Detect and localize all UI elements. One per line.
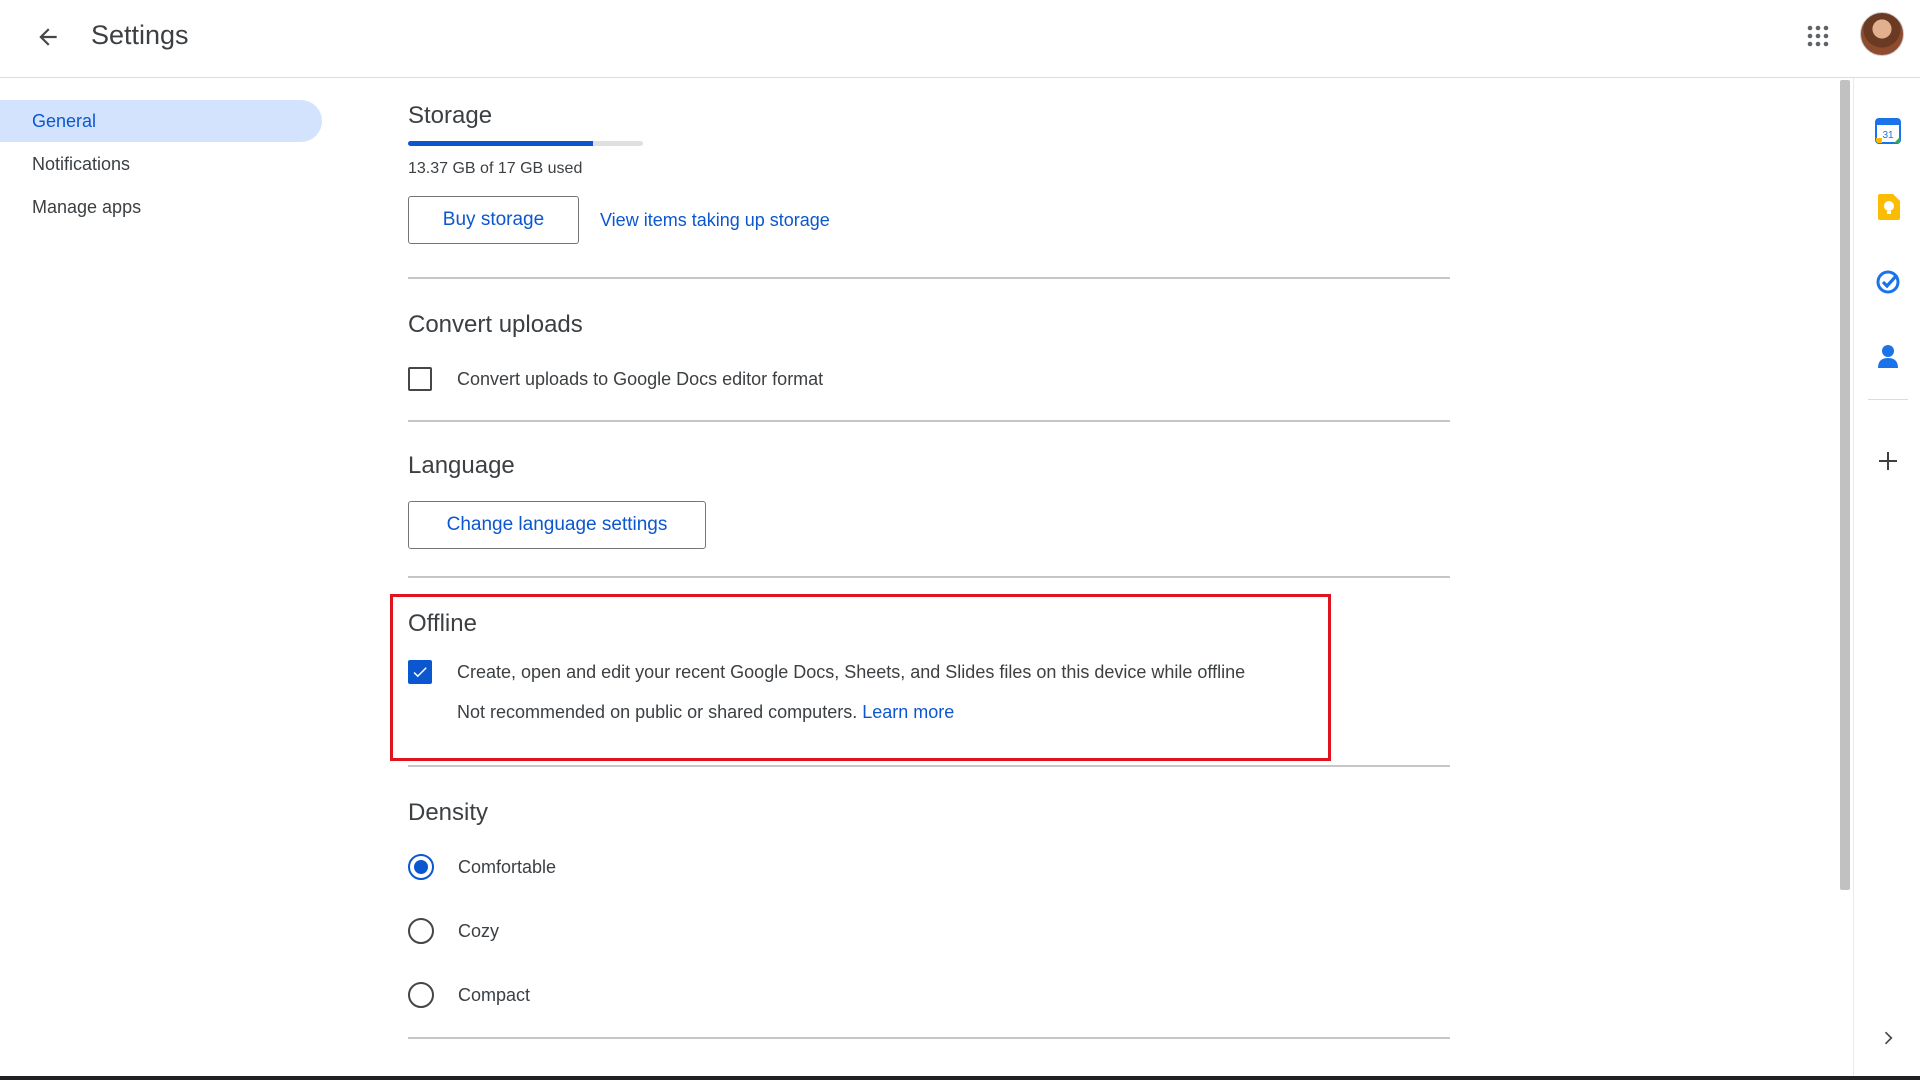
storage-usage-text: 13.37 GB of 17 GB used: [408, 160, 583, 177]
settings-sidebar: General Notifications Manage apps: [0, 100, 322, 229]
calendar-button[interactable]: 31: [1871, 114, 1905, 148]
sidebar-item-notifications[interactable]: Notifications: [0, 143, 322, 185]
keep-icon: [1878, 194, 1900, 220]
convert-uploads-section: Convert uploads Convert uploads to Googl…: [408, 279, 1450, 422]
density-title: Density: [408, 799, 489, 826]
comfortable-radio[interactable]: [408, 854, 434, 880]
offline-note-row: Not recommended on public or shared comp…: [457, 702, 1450, 723]
offline-title: Offline: [408, 610, 477, 637]
density-option-comfortable[interactable]: Comfortable: [408, 854, 1450, 880]
compact-label: Compact: [458, 984, 531, 1005]
compact-radio[interactable]: [408, 982, 434, 1008]
cozy-label: Cozy: [458, 920, 500, 941]
comfortable-label: Comfortable: [458, 856, 557, 877]
checkmark-icon: [413, 667, 427, 678]
keep-button[interactable]: [1871, 190, 1905, 224]
contacts-icon: [1878, 345, 1898, 368]
offline-option: Create, open and edit your recent Google…: [408, 660, 1450, 684]
top-bar: Settings: [0, 0, 1920, 78]
language-section: Language Change language settings: [408, 422, 1450, 578]
tasks-icon: [1876, 270, 1900, 294]
chevron-right-icon: [1884, 1031, 1893, 1045]
sidebar-item-general[interactable]: General: [0, 100, 322, 142]
bottom-edge: [0, 1076, 1920, 1080]
sidebar-item-manage-apps[interactable]: Manage apps: [0, 186, 322, 228]
account-avatar[interactable]: [1860, 12, 1904, 56]
arrow-back-icon: [39, 28, 57, 46]
change-language-button[interactable]: Change language settings: [408, 501, 706, 549]
density-section: Density Comfortable Cozy Compact: [408, 767, 1450, 1039]
offline-section: Offline Create, open and edit your recen…: [408, 578, 1450, 767]
add-addon-button[interactable]: [1871, 444, 1905, 478]
offline-note: Not recommended on public or shared comp…: [457, 702, 858, 722]
density-option-compact[interactable]: Compact: [408, 982, 1450, 1008]
convert-uploads-option: Convert uploads to Google Docs editor fo…: [408, 367, 1450, 391]
calendar-icon: 31: [1875, 118, 1901, 144]
offline-label: Create, open and edit your recent Google…: [457, 661, 1246, 682]
google-apps-button[interactable]: [1798, 16, 1838, 56]
scrollbar-thumb[interactable]: [1840, 80, 1850, 890]
contacts-button[interactable]: [1871, 340, 1905, 374]
language-title: Language: [408, 452, 515, 479]
convert-uploads-checkbox[interactable]: [408, 367, 432, 391]
back-button[interactable]: [28, 17, 68, 57]
hide-panel-button[interactable]: [1871, 1021, 1905, 1055]
storage-usage-fill: [408, 141, 593, 146]
view-storage-items-link[interactable]: View items taking up storage: [600, 210, 830, 231]
storage-title: Storage: [408, 102, 493, 129]
apps-grid-icon: [1807, 25, 1829, 47]
convert-uploads-label: Convert uploads to Google Docs editor fo…: [457, 368, 824, 389]
storage-usage-bar: [408, 141, 643, 146]
page-title: Settings: [91, 20, 189, 50]
cozy-radio[interactable]: [408, 918, 434, 944]
calendar-day: 31: [1882, 130, 1894, 141]
settings-content: Storage 13.37 GB of 17 GB used Buy stora…: [408, 78, 1450, 1039]
density-option-cozy[interactable]: Cozy: [408, 918, 1450, 944]
add-icon: [1879, 452, 1897, 470]
offline-checkbox[interactable]: [408, 660, 432, 684]
side-panel: 31: [1853, 78, 1920, 1078]
buy-storage-button[interactable]: Buy storage: [408, 196, 579, 244]
convert-uploads-title: Convert uploads: [408, 311, 583, 338]
storage-section: Storage 13.37 GB of 17 GB used Buy stora…: [408, 78, 1450, 279]
learn-more-link[interactable]: Learn more: [862, 702, 954, 722]
storage-actions: Buy storage View items taking up storage: [408, 196, 1450, 244]
side-panel-divider: [1868, 399, 1908, 400]
tasks-button[interactable]: [1871, 265, 1905, 299]
